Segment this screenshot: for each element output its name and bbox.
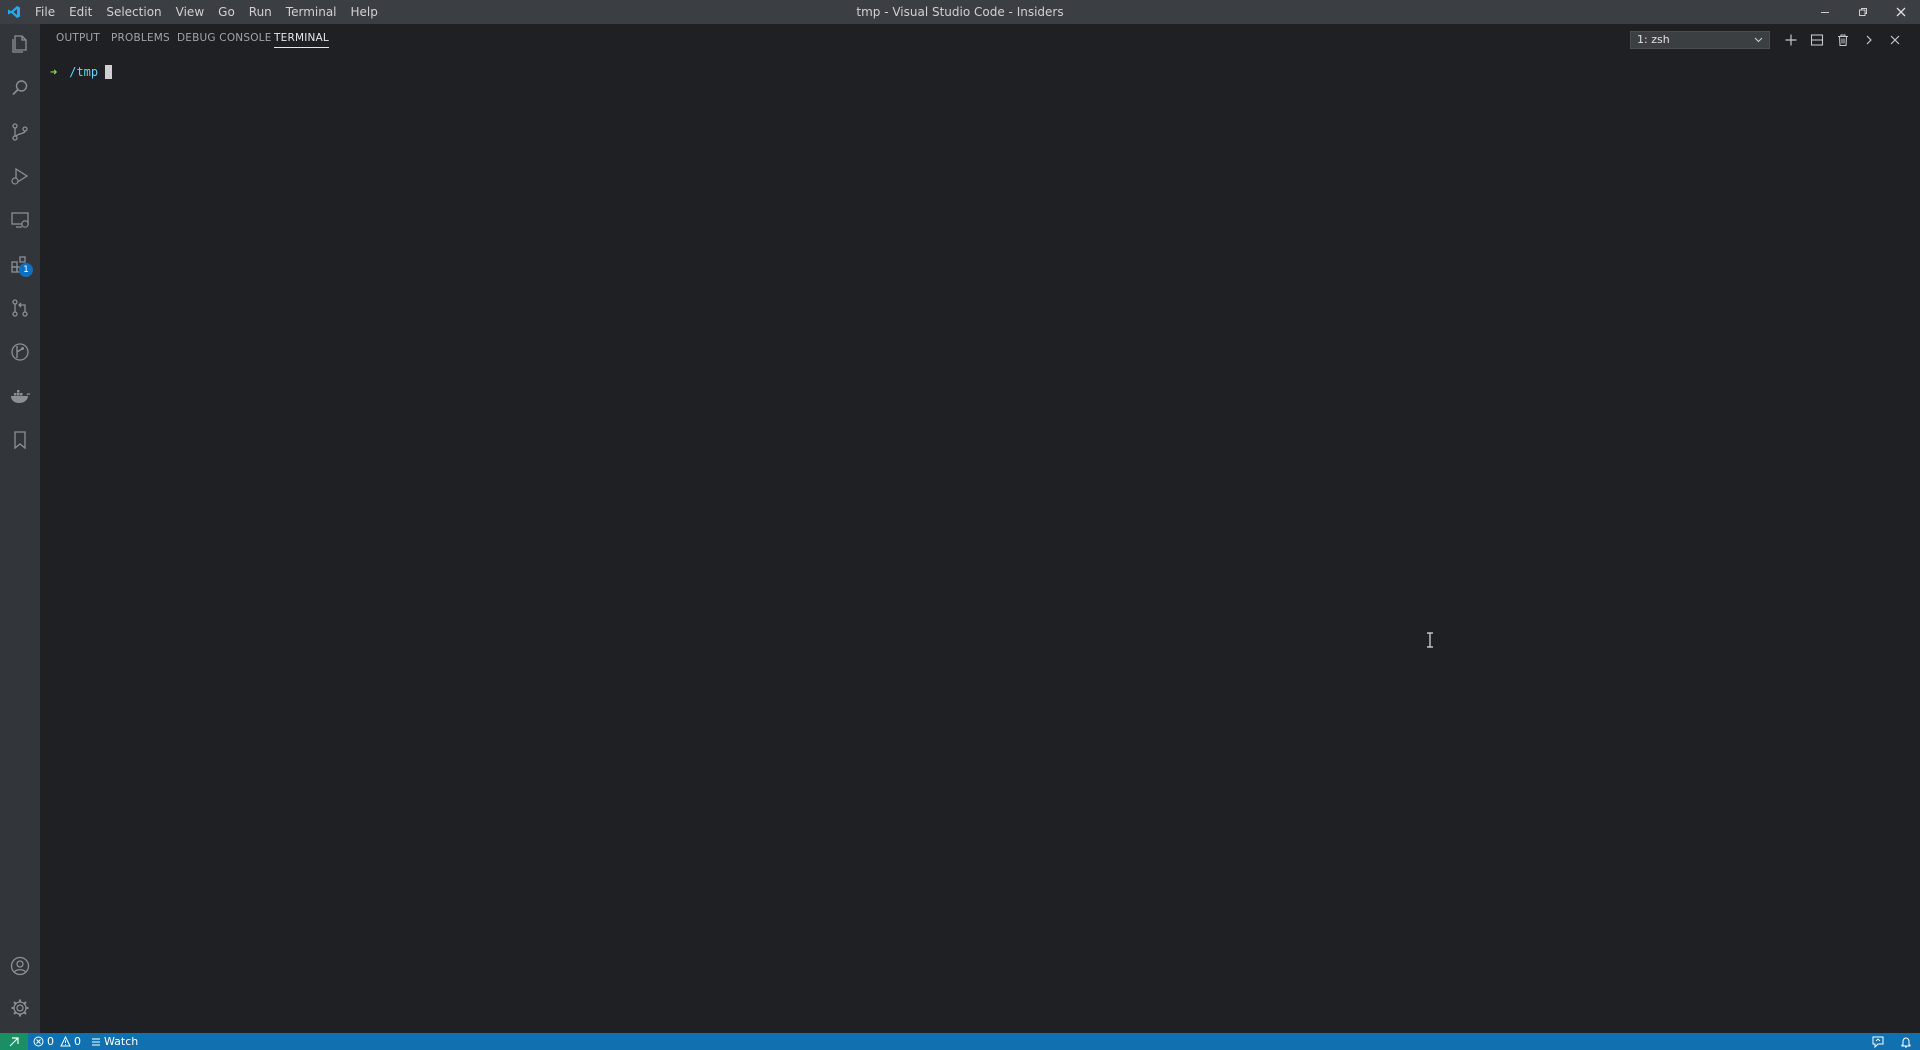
source-control-button[interactable] [0,112,40,152]
search-button[interactable] [0,68,40,108]
chevron-down-icon [1754,32,1763,53]
remote-explorer-button[interactable] [0,200,40,240]
tab-debug-console[interactable]: DEBUG CONSOLE [177,32,272,47]
status-bar: 0 0 Watch [0,1033,1920,1050]
terminal-cursor [105,65,113,79]
plus-icon [1785,34,1797,46]
close-icon [1890,35,1900,45]
extensions-badge: 1 [19,263,33,277]
search-icon [12,80,28,96]
run-debug-icon [11,167,29,185]
menu-file[interactable]: File [28,0,62,24]
explorer-button[interactable] [0,24,40,64]
menu-selection[interactable]: Selection [99,0,168,24]
menu-go[interactable]: Go [211,0,242,24]
docker-button[interactable] [0,376,40,416]
warning-count: 0 [74,1035,81,1048]
close-icon [1896,7,1906,17]
docker-icon [11,390,31,403]
maximize-panel-button[interactable] [1859,30,1879,50]
terminal-panel: OUTPUT PROBLEMS DEBUG CONSOLE TERMINAL 1… [40,24,1920,1033]
source-control-icon [12,123,28,141]
remote-explorer-icon [11,212,29,228]
menu-view[interactable]: View [169,0,211,24]
feedback-icon [1872,1036,1884,1048]
list-icon [92,1038,100,1045]
tab-output[interactable]: OUTPUT [56,32,100,47]
restore-icon [1859,8,1867,16]
account-icon [10,956,30,976]
prompt-arrow: ➜ [50,65,58,79]
remote-indicator-button[interactable] [0,1033,28,1050]
error-count: 0 [47,1035,54,1048]
kill-terminal-button[interactable] [1833,30,1853,50]
close-panel-button[interactable] [1885,30,1905,50]
watch-status[interactable]: Watch [86,1033,143,1050]
notifications-button[interactable] [1892,1033,1920,1050]
title-bar: File Edit Selection View Go Run Terminal… [0,0,1920,24]
problems-status[interactable]: 0 0 [28,1033,86,1050]
gitlens-button[interactable] [0,332,40,372]
pull-request-icon [12,299,28,317]
watch-label: Watch [104,1035,139,1048]
gitlens-icon [11,343,29,361]
bookmark-icon [14,431,26,450]
terminal-output[interactable]: ➜ /tmp [50,64,113,80]
minimize-button[interactable] [1806,0,1844,24]
accounts-button[interactable] [0,946,40,986]
prompt-cwd: /tmp [69,65,99,79]
warning-icon [60,1036,71,1047]
menu-terminal[interactable]: Terminal [279,0,344,24]
menu-help[interactable]: Help [344,0,385,24]
manage-button[interactable] [0,988,40,1028]
run-debug-button[interactable] [0,156,40,196]
status-bar-right [1864,1033,1920,1050]
extensions-button[interactable]: 1 [0,244,40,284]
tab-problems[interactable]: PROBLEMS [111,32,170,47]
trash-icon [1838,34,1848,47]
error-icon [33,1036,44,1047]
activity-bar: 1 [0,24,40,1033]
chevron-right-icon [1866,35,1872,45]
gear-icon [11,999,29,1017]
menu-run[interactable]: Run [242,0,279,24]
restore-button[interactable] [1844,0,1882,24]
split-icon [1810,34,1824,46]
new-terminal-button[interactable] [1781,30,1801,50]
pull-requests-button[interactable] [0,288,40,328]
remote-icon [9,1036,19,1046]
minimize-icon [1821,12,1829,13]
text-cursor-icon [1426,632,1434,652]
feedback-button[interactable] [1864,1033,1892,1050]
tab-terminal[interactable]: TERMINAL [274,32,329,48]
split-terminal-button[interactable] [1807,30,1827,50]
bookmarks-button[interactable] [0,420,40,460]
terminal-selector[interactable]: 1: zsh [1630,31,1770,49]
menu-edit[interactable]: Edit [62,0,99,24]
close-window-button[interactable] [1882,0,1920,24]
vscode-insiders-logo-icon [0,0,28,24]
terminal-selector-value: 1: zsh [1637,33,1670,46]
panel-header: OUTPUT PROBLEMS DEBUG CONSOLE TERMINAL 1… [40,24,1920,54]
files-icon [12,35,27,53]
window-controls [1806,0,1920,24]
bell-icon [1901,1036,1911,1047]
